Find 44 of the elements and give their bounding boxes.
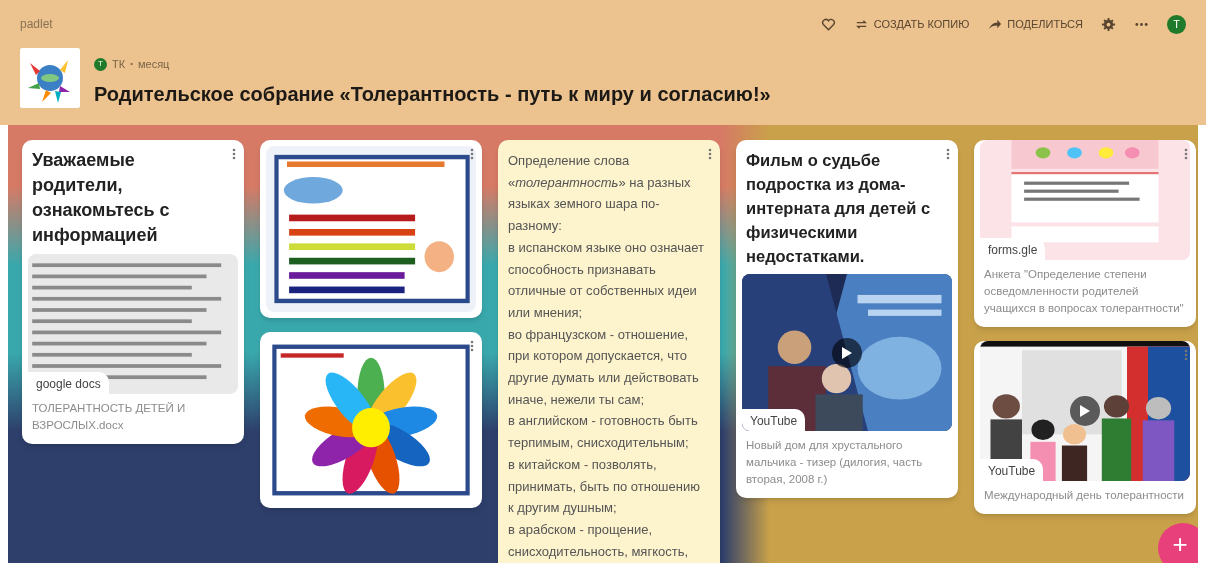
- heart-icon[interactable]: [820, 16, 836, 32]
- share-button[interactable]: ПОДЕЛИТЬСЯ: [987, 15, 1083, 33]
- remix-button[interactable]: СОЗДАТЬ КОПИЮ: [853, 15, 970, 33]
- author-name: ТК: [112, 57, 126, 72]
- source-label: forms.gle: [980, 238, 1046, 260]
- play-button[interactable]: [1070, 396, 1100, 426]
- attachment-caption: Международный день толерантности: [983, 488, 1185, 503]
- post-subject: Уважаемые родители, ознакомьтесь с информацией: [32, 149, 171, 247]
- play-button[interactable]: [832, 337, 862, 368]
- separator-dot: •: [130, 58, 133, 71]
- post-text: в арабском - прощение, снисходительность, мягкость,: [508, 520, 690, 561]
- post-time: месяц: [137, 57, 170, 72]
- post-card[interactable]: [498, 140, 720, 563]
- app-logo: padlet: [20, 16, 53, 33]
- add-button[interactable]: +: [1158, 523, 1198, 563]
- source-label: google docs: [28, 372, 109, 394]
- more-icon[interactable]: [232, 148, 236, 160]
- attachment-caption: Новый дом для хрустального мальчика - тизер (дилогия, часть вторая, 2008 г.): [745, 438, 924, 487]
- play-icon: [841, 345, 853, 360]
- more-icon[interactable]: [708, 148, 712, 160]
- attachment-caption: ТОЛЕРАНТНОСТЬ ДЕТЕЙ И ВЗРОСЛЫХ.docx: [31, 401, 187, 433]
- post-text: в английском - готовность быть терпимым, снисходительным;: [508, 412, 699, 453]
- board-logo: [20, 48, 80, 108]
- post-card[interactable]: YouTube Международный день толерантности: [974, 341, 1196, 514]
- attachment-caption: Анкета "Определение степени осведомленности родителей учащихся в вопросах толерантности": [983, 267, 1185, 316]
- post-text: в испанском языке оно означает способность признавать отличные от собственных идеи или мнения;: [508, 238, 706, 322]
- settings-icon[interactable]: [1101, 16, 1116, 32]
- post-card[interactable]: forms.gle Анкета "Определение степени осведомленности родителей учащихся в вопросах толерантности": [974, 140, 1196, 327]
- post-text: Определение слова «толерантность» на разных языках земного шара по-разному:: [508, 152, 692, 236]
- more-icon[interactable]: [946, 148, 950, 160]
- post-card[interactable]: Фильм о судьбе подростка из дома-интерната для детей с физическими недостатками. YouTube Новый дом для хрустального мальчика - тизер (дилогия, часть вторая, 2008 г.): [736, 140, 958, 498]
- author-avatar: T: [94, 57, 107, 71]
- more-icon[interactable]: [1184, 148, 1188, 160]
- source-label: YouTube: [980, 459, 1044, 481]
- avatar[interactable]: T: [1167, 14, 1186, 34]
- post-card[interactable]: Уважаемые родители, ознакомьтесь с информацией google docs ТОЛЕРАНТНОСТЬ ДЕТЕЙ И ВЗРОСЛЫХ.docx: [22, 140, 244, 444]
- post-text: в китайском - позволять, принимать, быть по отношению к другим душным;: [508, 455, 701, 518]
- play-icon: [1079, 404, 1091, 418]
- more-icon[interactable]: [470, 340, 474, 352]
- source-label: YouTube: [742, 409, 806, 431]
- more-icon[interactable]: [470, 148, 474, 160]
- board-title: Родительское собрание «Толерантность - путь к миру и согласию!»: [94, 81, 771, 107]
- post-text: во французском - отношение, при котором допускается, что другие думать или действовать иначе, нежели ты сам;: [508, 325, 700, 409]
- post-subject: Фильм о судьбе подростка из дома-интерната для детей с физическими недостатками.: [746, 150, 932, 267]
